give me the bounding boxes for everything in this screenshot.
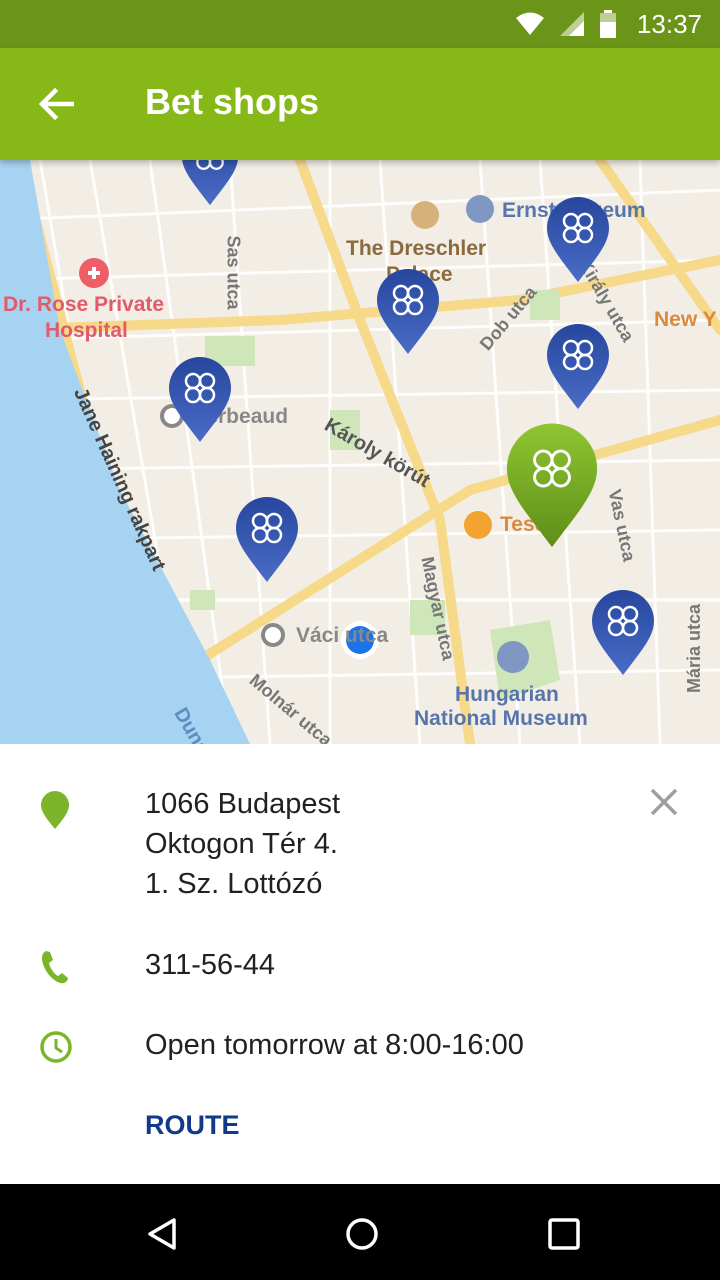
triangle-back-icon (148, 1218, 176, 1250)
map-view[interactable]: Dr. Rose Private Hospital The Dreschler … (0, 160, 720, 744)
opening-hours: Open tomorrow at 8:00-16:00 (145, 1029, 524, 1061)
circle-home-icon (346, 1218, 378, 1250)
map-label-sas: Sas utca (223, 235, 244, 310)
battery-icon (599, 10, 616, 38)
nav-home-button[interactable] (336, 1208, 388, 1260)
shop-pin[interactable] (178, 160, 242, 207)
close-icon[interactable] (644, 782, 684, 822)
clock-icon (40, 1031, 72, 1063)
shop-pin[interactable] (546, 323, 610, 411)
wifi-icon (515, 12, 544, 35)
map-label-vaci: Váci utca (296, 624, 389, 647)
app-bar: Bet shops (0, 48, 720, 160)
page-title: Bet shops (145, 81, 320, 122)
address-line-2: Oktogon Tér 4. (145, 828, 338, 860)
address-line-1: 1066 Budapest (145, 788, 341, 820)
system-nav-bar (0, 1184, 720, 1280)
shop-pin[interactable] (376, 268, 440, 356)
status-icons: 13:37 (515, 0, 702, 48)
map-label-new-york: New Y (654, 308, 717, 331)
shop-pin[interactable] (235, 496, 299, 584)
map-label-museum-2: National Museum (414, 707, 588, 730)
signal-icon (559, 12, 584, 36)
map-label-hospital-2: Hospital (45, 319, 128, 342)
route-button[interactable]: ROUTE (145, 1110, 240, 1141)
shop-pin[interactable] (168, 356, 232, 444)
phone-number[interactable]: 311-56-44 (145, 945, 275, 985)
shop-details-panel: 1066 Budapest Oktogon Tér 4. 1. Sz. Lott… (0, 744, 720, 1184)
arrow-left-icon (38, 88, 74, 120)
nav-back-button[interactable] (136, 1208, 188, 1260)
shop-pin[interactable] (546, 196, 610, 284)
status-bar: 13:37 (0, 0, 720, 48)
shop-pin[interactable] (591, 589, 655, 677)
address-line-3: 1. Sz. Lottózó (145, 868, 323, 900)
selected-shop-pin[interactable] (505, 422, 599, 550)
phone-icon (42, 951, 68, 984)
map-label-museum-1: Hungarian (455, 683, 559, 706)
nav-recents-button[interactable] (538, 1208, 590, 1260)
map-label-dreschler: The Dreschler (346, 237, 487, 260)
status-time: 13:37 (636, 8, 702, 39)
map-label-maria: Mária utca (684, 603, 705, 694)
location-pin-icon (41, 791, 69, 829)
map-label-hospital: Dr. Rose Private (3, 293, 165, 316)
square-recents-icon (548, 1218, 580, 1250)
back-button[interactable] (30, 82, 82, 126)
